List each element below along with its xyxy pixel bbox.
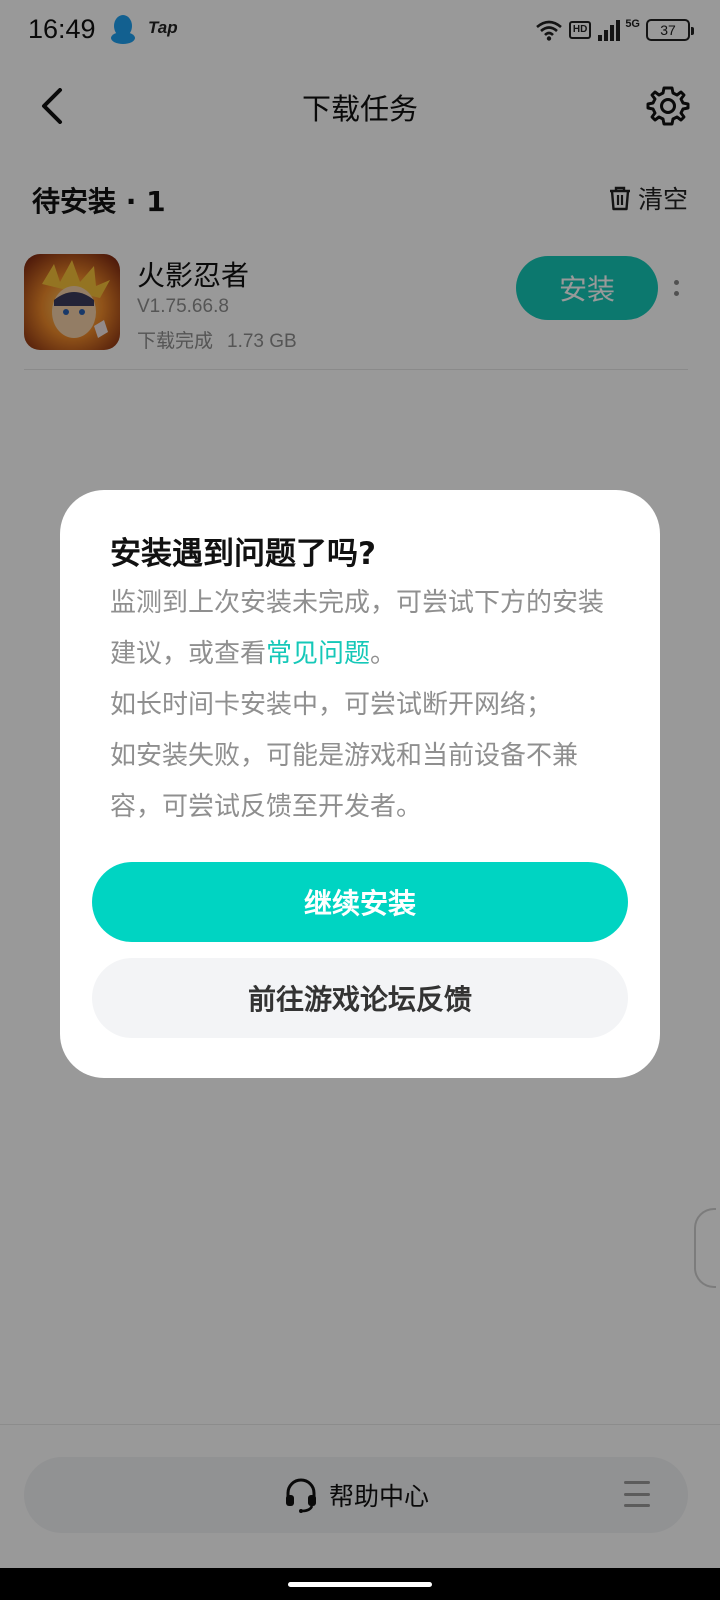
dialog-text-end: 。 — [370, 639, 397, 669]
dialog-paragraph-1: 监测到上次安装未完成，可尝试下方的安装建议，或查看常见问题。 — [110, 578, 620, 680]
dialog-paragraph-3: 如安装失败，可能是游戏和当前设备不兼容，可尝试反馈至开发者。 — [110, 741, 579, 822]
home-indicator[interactable] — [288, 1582, 432, 1587]
faq-link[interactable]: 常见问题 — [266, 639, 370, 669]
install-problem-dialog: 安装遇到问题了吗? 监测到上次安装未完成，可尝试下方的安装建议，或查看常见问题。… — [60, 490, 660, 1078]
navigation-bar — [0, 1568, 720, 1600]
dialog-title: 安装遇到问题了吗? — [110, 536, 376, 572]
dialog-body: 监测到上次安装未完成，可尝试下方的安装建议，或查看常见问题。 如长时间卡安装中，… — [110, 578, 620, 833]
continue-install-button[interactable]: 继续安装 — [92, 862, 628, 942]
dialog-paragraph-2: 如长时间卡安装中，可尝试断开网络； — [110, 690, 553, 720]
forum-feedback-button[interactable]: 前往游戏论坛反馈 — [92, 958, 628, 1038]
